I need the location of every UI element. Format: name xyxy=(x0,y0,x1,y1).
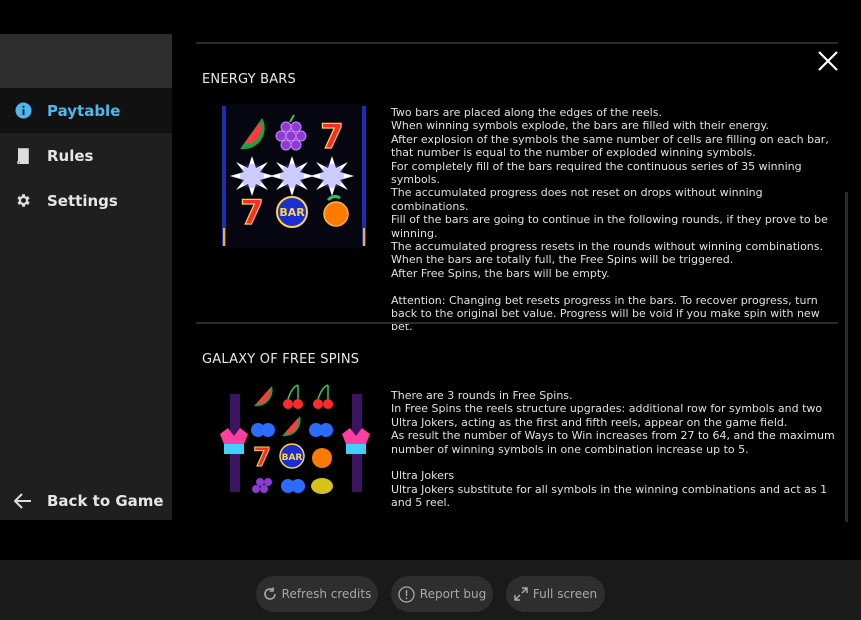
sidebar-header xyxy=(0,34,172,88)
grapes-icon xyxy=(252,478,272,493)
seven-icon: 7 xyxy=(320,117,344,157)
paragraph: Two bars are placed along the edges of t… xyxy=(391,106,662,119)
section-title-energy-bars: ENERGY BARS xyxy=(202,72,296,87)
orange-icon xyxy=(312,448,332,468)
full-screen-button[interactable]: Full screen xyxy=(506,576,605,612)
paragraph: When the bars are totally full, the Free… xyxy=(391,253,734,267)
sidebar-item-rules[interactable]: Rules xyxy=(0,133,172,178)
paragraph: After explosion of the symbols the same … xyxy=(391,132,829,160)
paragraph: Ultra Jokers substitute for all symbols … xyxy=(391,482,828,510)
book-icon xyxy=(14,147,32,165)
close-button[interactable] xyxy=(815,48,841,74)
sidebar-item-label: Paytable xyxy=(47,101,121,120)
sidebar-item-settings[interactable]: Settings xyxy=(0,178,172,223)
seven-icon: 7 xyxy=(240,193,264,233)
cherry-icon xyxy=(283,384,303,409)
arrow-left-icon xyxy=(14,492,32,510)
expand-icon xyxy=(514,587,528,601)
lemon-icon xyxy=(311,478,333,494)
refresh-credits-label: Refresh credits xyxy=(281,587,372,601)
gear-icon xyxy=(14,192,32,210)
paragraph: Fill of the bars are going to continue i… xyxy=(391,213,828,240)
alert-icon xyxy=(398,585,415,603)
report-bug-label: Report bug xyxy=(419,587,487,601)
sidebar-item-label: Settings xyxy=(47,191,118,210)
paytable-content[interactable]: ENERGY BARS 7 7 BAR Two bars are placed … xyxy=(196,0,850,520)
energy-bars-illustration: 7 7 BAR xyxy=(218,100,370,256)
back-to-game-label: Back to Game xyxy=(47,492,164,510)
section-divider xyxy=(196,42,838,44)
paragraph: There are 3 rounds in Free Spins. xyxy=(391,389,573,402)
paragraph: After Free Spins, the bars will be empty… xyxy=(391,266,610,280)
sidebar-item-paytable[interactable]: Paytable xyxy=(0,88,172,133)
attention-note: Attention: Changing bet resets progress … xyxy=(391,293,820,334)
refresh-credits-button[interactable]: Refresh credits xyxy=(256,576,378,612)
paragraph: For completely fill of the bars required… xyxy=(391,159,802,187)
sidebar: Paytable Rules Settings Back to Game xyxy=(0,34,172,520)
paragraph: In Free Spins the reels structure upgrad… xyxy=(391,402,823,429)
galaxy-free-spins-description: There are 3 rounds in Free Spins. In Fre… xyxy=(391,389,835,510)
info-icon xyxy=(14,102,32,120)
sidebar-item-label: Rules xyxy=(47,146,94,165)
footer-bar: Refresh credits Report bug Full screen xyxy=(0,560,861,620)
section-divider xyxy=(196,322,838,324)
report-bug-button[interactable]: Report bug xyxy=(391,576,493,612)
ultra-jokers-heading: Ultra Jokers xyxy=(391,469,455,483)
paragraph: When winning symbols explode, the bars a… xyxy=(391,119,769,133)
svg-text:BAR: BAR xyxy=(282,453,303,463)
paragraph: The accumulated progress resets in the r… xyxy=(391,240,824,254)
seven-icon: 7 xyxy=(253,443,271,473)
full-screen-label: Full screen xyxy=(532,587,598,601)
paragraph: The accumulated progress does not reset … xyxy=(391,186,763,213)
orange-icon xyxy=(323,201,349,227)
galaxy-free-spins-illustration: 7 BAR xyxy=(216,382,376,508)
svg-text:BAR: BAR xyxy=(279,206,305,219)
close-icon xyxy=(818,51,838,71)
section-title-galaxy-free-spins: GALAXY OF FREE SPINS xyxy=(202,352,360,367)
refresh-icon xyxy=(263,587,277,601)
plum-icon xyxy=(251,423,275,437)
back-to-game-button[interactable]: Back to Game xyxy=(0,482,172,520)
energy-bars-description: Two bars are placed along the edges of t… xyxy=(391,106,835,334)
scrollbar[interactable] xyxy=(845,192,848,522)
paragraph: As result the number of Ways to Win incr… xyxy=(391,429,835,456)
